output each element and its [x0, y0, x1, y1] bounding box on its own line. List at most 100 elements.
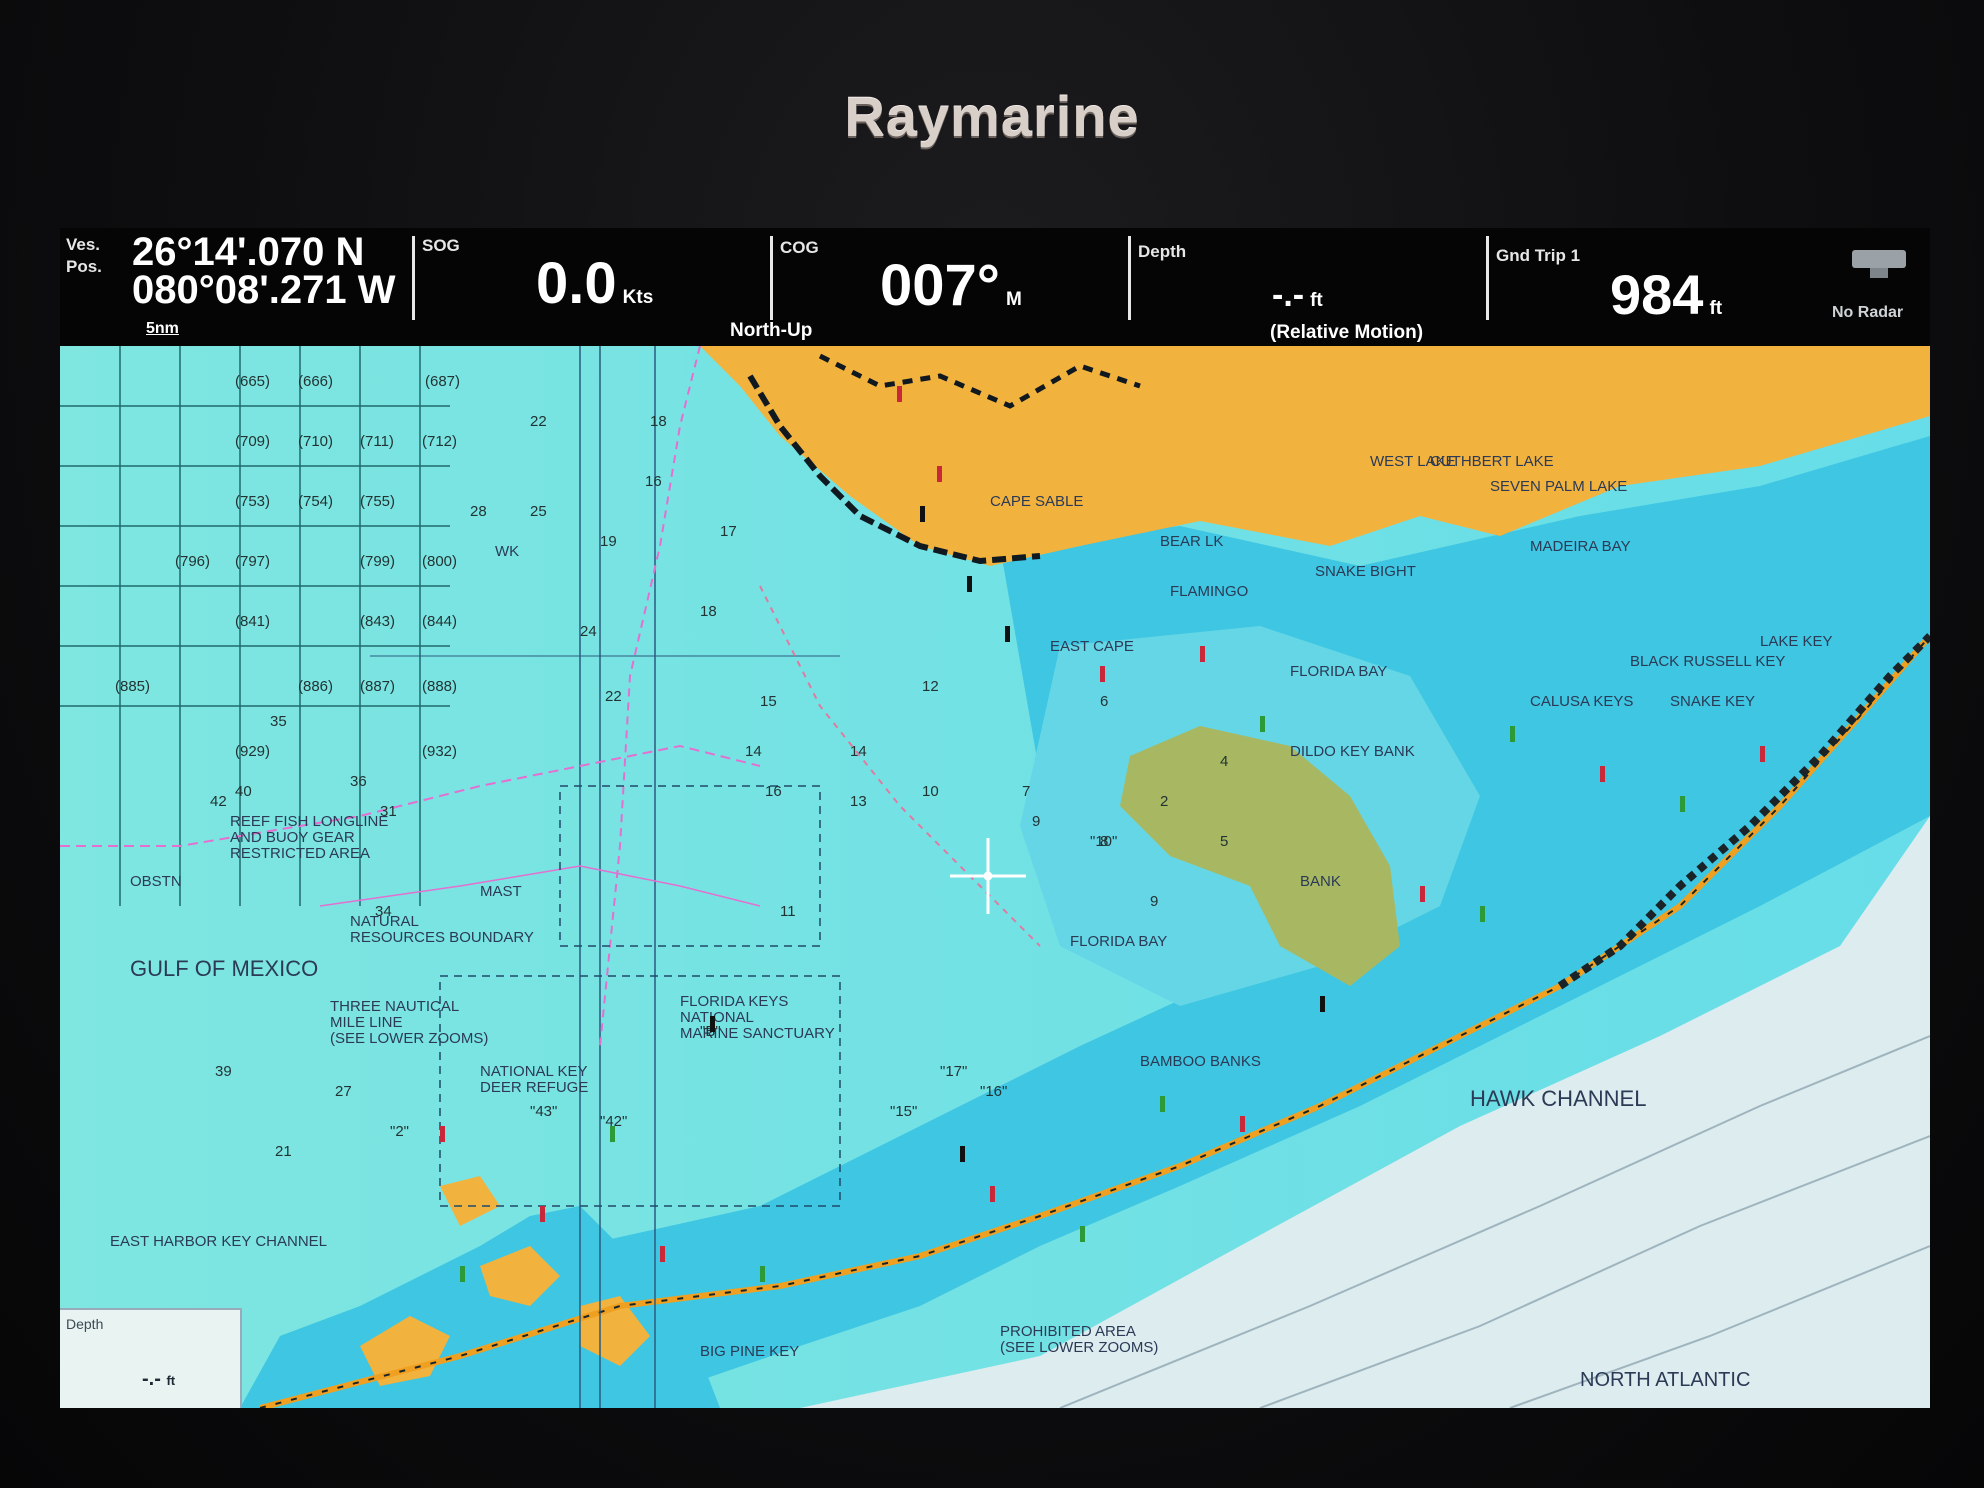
- svg-text:(711): (711): [360, 433, 394, 450]
- svg-text:BEAR LK: BEAR LK: [1160, 533, 1223, 550]
- svg-text:(710): (710): [298, 433, 333, 450]
- svg-text:RESOURCES BOUNDARY: RESOURCES BOUNDARY: [350, 929, 534, 946]
- svg-text:27: 27: [335, 1083, 352, 1100]
- hawk-channel-label: HAWK CHANNEL: [1470, 1086, 1646, 1111]
- position-label: Ves. Pos.: [66, 235, 102, 276]
- svg-text:MADEIRA BAY: MADEIRA BAY: [1530, 538, 1631, 555]
- svg-text:SEVEN PALM LAKE: SEVEN PALM LAKE: [1490, 478, 1627, 495]
- svg-text:(753): (753): [235, 493, 270, 510]
- svg-text:"16": "16": [980, 1083, 1007, 1100]
- depth-inset-label: Depth: [66, 1316, 104, 1332]
- depth-value: -.- ft: [1272, 276, 1323, 314]
- chartplotter-screen: Ves. Pos. 26°14'.070 N 080°08'.271 W 5nm…: [60, 228, 1930, 1408]
- sog-cell[interactable]: SOG 0.0 Kts: [416, 228, 766, 346]
- svg-text:28: 28: [470, 503, 487, 520]
- svg-text:MILE LINE: MILE LINE: [330, 1014, 403, 1031]
- svg-text:7: 7: [1022, 783, 1030, 800]
- svg-text:SNAKE KEY: SNAKE KEY: [1670, 693, 1755, 710]
- svg-text:THREE NAUTICAL: THREE NAUTICAL: [330, 998, 459, 1015]
- svg-text:SNAKE BIGHT: SNAKE BIGHT: [1315, 563, 1416, 580]
- svg-text:(796): (796): [175, 553, 210, 570]
- svg-text:EAST HARBOR KEY CHANNEL: EAST HARBOR KEY CHANNEL: [110, 1233, 327, 1250]
- north-atlantic-label: NORTH ATLANTIC: [1580, 1369, 1750, 1391]
- svg-text:(841): (841): [235, 613, 270, 630]
- svg-text:(799): (799): [360, 553, 395, 570]
- motion-mode[interactable]: (Relative Motion): [1270, 322, 1423, 344]
- svg-text:35: 35: [270, 713, 287, 730]
- nautical-chart[interactable]: (665) (666) (687) (709) (710) (711) (712…: [60, 346, 1930, 1408]
- svg-text:16: 16: [765, 783, 782, 800]
- depth-cell[interactable]: Depth -.- ft (Relative Motion): [1132, 228, 1482, 346]
- svg-text:BIG PINE KEY: BIG PINE KEY: [700, 1343, 799, 1360]
- svg-text:2: 2: [1160, 793, 1168, 810]
- separator: [412, 236, 415, 320]
- svg-text:(800): (800): [422, 553, 457, 570]
- svg-text:5: 5: [1220, 833, 1228, 850]
- trip-value: 984 ft: [1610, 263, 1723, 326]
- svg-text:CALUSA KEYS: CALUSA KEYS: [1530, 693, 1633, 710]
- svg-text:19: 19: [600, 533, 617, 550]
- separator: [1128, 236, 1131, 320]
- svg-text:(886): (886): [298, 678, 333, 695]
- svg-text:(SEE LOWER ZOOMS): (SEE LOWER ZOOMS): [330, 1030, 488, 1047]
- gulf-label: GULF OF MEXICO: [130, 956, 318, 981]
- svg-text:9: 9: [1032, 813, 1040, 830]
- svg-text:18: 18: [700, 603, 717, 620]
- svg-text:14: 14: [745, 743, 762, 760]
- svg-text:"2": "2": [390, 1123, 409, 1140]
- trip-cell[interactable]: Gnd Trip 1 984 ft: [1490, 228, 1790, 346]
- svg-text:DILDO KEY BANK: DILDO KEY BANK: [1290, 743, 1415, 760]
- svg-text:EAST CAPE: EAST CAPE: [1050, 638, 1134, 655]
- trip-label: Gnd Trip 1: [1496, 246, 1581, 265]
- depth-inset-value: -.- ft: [142, 1368, 176, 1390]
- svg-text:4: 4: [1220, 753, 1228, 770]
- svg-text:BANK: BANK: [1300, 873, 1341, 890]
- svg-text:"17": "17": [940, 1063, 967, 1080]
- svg-text:"15": "15": [890, 1103, 917, 1120]
- depth-inset: Depth -.- ft: [60, 1308, 242, 1408]
- longitude-value: 080°08'.271 W: [132, 268, 396, 312]
- svg-text:REEF FISH LONGLINE: REEF FISH LONGLINE: [230, 813, 388, 830]
- data-bar: Ves. Pos. 26°14'.070 N 080°08'.271 W 5nm…: [60, 228, 1930, 346]
- position-cell[interactable]: Ves. Pos. 26°14'.070 N 080°08'.271 W 5nm: [60, 228, 410, 346]
- svg-text:11: 11: [780, 903, 796, 920]
- svg-text:NATIONAL KEY: NATIONAL KEY: [480, 1063, 588, 1080]
- svg-text:22: 22: [605, 688, 622, 705]
- cog-label: COG: [780, 238, 819, 257]
- svg-text:(887): (887): [360, 678, 395, 695]
- radar-status[interactable]: No Radar: [1820, 228, 1930, 346]
- svg-text:24: 24: [580, 623, 597, 640]
- svg-text:NATURAL: NATURAL: [350, 913, 419, 930]
- svg-text:(687): (687): [425, 373, 460, 390]
- radar-label: No Radar: [1832, 304, 1904, 321]
- svg-text:17: 17: [720, 523, 737, 540]
- cog-cell[interactable]: COG 007° M North-Up: [730, 228, 1124, 346]
- svg-text:(932): (932): [422, 743, 457, 760]
- svg-text:14: 14: [850, 743, 867, 760]
- svg-text:(843): (843): [360, 613, 395, 630]
- svg-text:12: 12: [922, 678, 939, 695]
- svg-text:(665): (665): [235, 373, 270, 390]
- svg-text:18: 18: [650, 413, 667, 430]
- svg-text:WK: WK: [495, 543, 519, 560]
- svg-text:(844): (844): [422, 613, 457, 630]
- svg-text:42: 42: [210, 793, 227, 810]
- orientation-mode[interactable]: North-Up: [730, 320, 812, 342]
- svg-text:CUTHBERT LAKE: CUTHBERT LAKE: [1430, 453, 1554, 470]
- svg-text:(712): (712): [422, 433, 457, 450]
- svg-text:BAMBOO BANKS: BAMBOO BANKS: [1140, 1053, 1261, 1070]
- svg-text:9: 9: [1150, 893, 1158, 910]
- depth-label: Depth: [1138, 242, 1187, 261]
- separator: [770, 236, 773, 320]
- brand-logo: Raymarine: [844, 85, 1140, 148]
- svg-text:39: 39: [215, 1063, 232, 1080]
- sog-label: SOG: [422, 236, 460, 255]
- svg-text:(SEE LOWER ZOOMS): (SEE LOWER ZOOMS): [1000, 1339, 1158, 1356]
- svg-text:FLAMINGO: FLAMINGO: [1170, 583, 1248, 600]
- cog-value: 007° M: [880, 253, 1022, 318]
- svg-text:6: 6: [1100, 693, 1108, 710]
- chart-canvas[interactable]: (665) (666) (687) (709) (710) (711) (712…: [60, 346, 1930, 1408]
- svg-text:CAPE SABLE: CAPE SABLE: [990, 493, 1083, 510]
- svg-text:16: 16: [645, 473, 662, 490]
- svg-text:21: 21: [275, 1143, 292, 1160]
